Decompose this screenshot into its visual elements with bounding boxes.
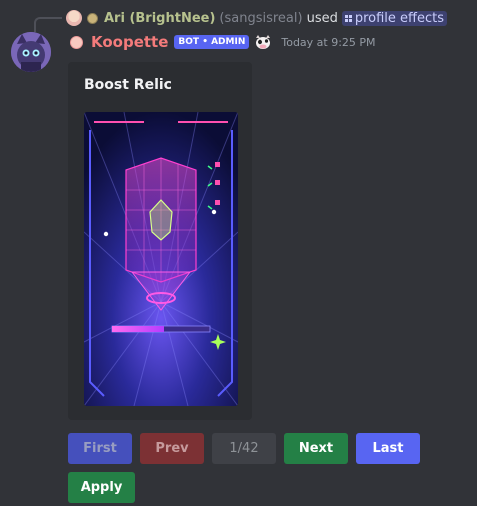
reply-avatar[interactable]	[66, 10, 82, 26]
page-indicator-button[interactable]: 1/42	[212, 433, 276, 464]
reply-display-name[interactable]: Ari (BrightNee)	[104, 11, 215, 26]
reply-username: (sangsisreal)	[219, 10, 303, 26]
reply-status-icon	[87, 12, 98, 24]
slash-command-icon	[344, 14, 352, 22]
first-button[interactable]: First	[68, 433, 132, 464]
bot-badge: BOT • ADMIN	[174, 35, 250, 49]
cow-icon	[254, 33, 272, 51]
command-mention[interactable]: profile effects	[341, 10, 448, 26]
timestamp: Today at 9:25 PM	[281, 35, 376, 49]
apply-button[interactable]: Apply	[68, 472, 135, 503]
avatar[interactable]	[11, 32, 51, 72]
reply-connector	[34, 17, 62, 32]
message-header: Koopette BOT • ADMIN Today at 9:25 PM	[70, 32, 376, 52]
author-name[interactable]: Koopette	[91, 33, 168, 51]
reply-action: used	[306, 10, 338, 26]
prev-button[interactable]: Prev	[140, 433, 204, 464]
next-button[interactable]: Next	[284, 433, 348, 464]
command-name: profile effects	[354, 10, 445, 26]
embed-title: Boost Relic	[84, 77, 172, 93]
author-status-icon	[70, 35, 83, 49]
embed: Boost Relic	[68, 62, 252, 420]
profile-effect-preview-image[interactable]	[84, 112, 238, 406]
last-button[interactable]: Last	[356, 433, 420, 464]
reply-header[interactable]: Ari (BrightNee) (sangsisreal) used profi…	[66, 9, 448, 27]
